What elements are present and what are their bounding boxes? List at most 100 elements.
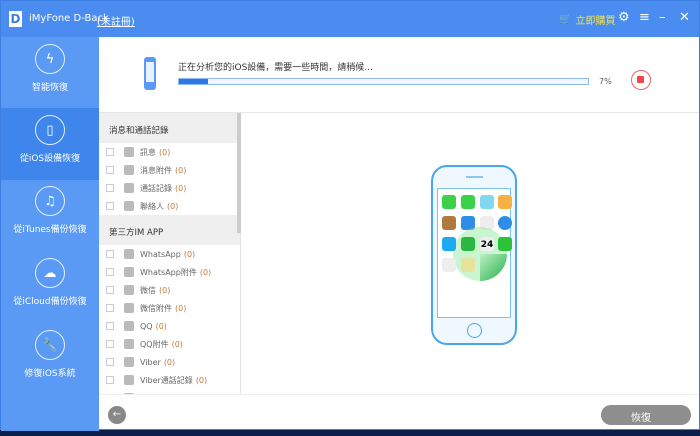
category-icon bbox=[124, 375, 134, 385]
scan-pie-progress bbox=[480, 254, 507, 281]
buy-button[interactable]: 🛒 立即購買 bbox=[559, 12, 615, 27]
item-label: 通話記錄 bbox=[140, 183, 172, 193]
notes-app-icon bbox=[461, 258, 475, 272]
list-item[interactable]: 通話記錄 (0) bbox=[99, 179, 240, 197]
lightning-icon: ϟ bbox=[35, 44, 65, 74]
phone-icon: ▯ bbox=[35, 115, 65, 145]
item-label: 聯絡人 bbox=[140, 201, 164, 211]
item-label: QQ附件 bbox=[140, 339, 169, 349]
checkbox[interactable] bbox=[106, 202, 114, 210]
category-icon bbox=[124, 285, 134, 295]
cloud-icon: ☁ bbox=[35, 258, 65, 288]
item-count: (0) bbox=[175, 303, 187, 313]
checkbox[interactable] bbox=[106, 166, 114, 174]
progress-percent: 7% bbox=[599, 77, 612, 86]
contacts-app-icon bbox=[442, 216, 456, 230]
sidebar-item-label: 從iTunes備份恢復 bbox=[13, 225, 87, 235]
menu-icon[interactable]: ≡ bbox=[639, 10, 650, 25]
item-count: (0) bbox=[199, 267, 212, 277]
checkbox[interactable] bbox=[106, 358, 114, 366]
item-count: (0) bbox=[159, 285, 171, 295]
phone-app-icon bbox=[461, 195, 475, 209]
sidebar-item-repair[interactable]: 🔧 修復iOS系統 bbox=[1, 323, 99, 395]
progress-bar bbox=[178, 78, 589, 85]
settings-gear-icon[interactable]: ⚙ bbox=[618, 10, 630, 25]
list-item[interactable]: 微信 (0) bbox=[99, 281, 240, 299]
checkbox[interactable] bbox=[106, 322, 114, 330]
list-item[interactable]: 微信附件 (0) bbox=[99, 299, 240, 317]
progress-fill bbox=[179, 79, 208, 84]
sidebar-item-label: 從iOS設備恢復 bbox=[19, 154, 81, 164]
register-link[interactable]: (未註冊) bbox=[97, 13, 135, 28]
scrollbar[interactable] bbox=[237, 113, 241, 233]
messages-app-icon bbox=[442, 195, 456, 209]
item-label: Viber bbox=[140, 357, 161, 367]
sidebar-item-itunes[interactable]: ♫ 從iTunes備份恢復 bbox=[1, 179, 99, 251]
category-icon bbox=[124, 165, 134, 175]
section-header: 第三方IM APP bbox=[99, 215, 240, 245]
list-item[interactable]: 訊息 (0) bbox=[99, 143, 240, 161]
item-label: QQ bbox=[140, 321, 153, 331]
item-label: 消息附件 bbox=[140, 165, 172, 175]
category-icon bbox=[124, 267, 134, 277]
list-item[interactable]: WhatsApp (0) bbox=[99, 245, 240, 263]
checkbox[interactable] bbox=[106, 148, 114, 156]
item-count: (0) bbox=[155, 321, 167, 331]
category-icon bbox=[124, 147, 134, 157]
item-count: (0) bbox=[175, 183, 187, 193]
item-count: (0) bbox=[159, 147, 171, 157]
recover-button[interactable]: 恢復 bbox=[601, 405, 691, 425]
buy-label: 立即購買 bbox=[575, 16, 616, 27]
checkbox[interactable] bbox=[106, 376, 114, 384]
phone-screen: 24 bbox=[437, 188, 512, 318]
wechat-app-icon bbox=[498, 237, 512, 251]
app-logo: D bbox=[9, 11, 22, 27]
category-list: 消息和通話記錄 訊息 (0) 消息附件 (0) 通話記錄 (0) 聯絡人 (0) 第三方IM AP… bbox=[99, 113, 241, 394]
list-item[interactable]: QQ (0) bbox=[99, 317, 240, 335]
category-icon bbox=[124, 321, 134, 331]
list-item[interactable]: 聯絡人 (0) bbox=[99, 197, 240, 215]
item-label: 微信 bbox=[140, 285, 156, 295]
sidebar-item-smart-recovery[interactable]: ϟ 智能恢復 bbox=[1, 37, 99, 109]
wrench-icon: 🔧 bbox=[35, 330, 65, 360]
item-label: 訊息 bbox=[140, 147, 156, 157]
minimize-icon[interactable]: – bbox=[659, 10, 666, 25]
checkbox[interactable] bbox=[106, 184, 114, 192]
sidebar-item-ios-device[interactable]: ▯ 從iOS設備恢復 bbox=[1, 108, 99, 180]
list-item[interactable]: Viber通話記錄 (0) bbox=[99, 371, 240, 389]
checkbox[interactable] bbox=[106, 304, 114, 312]
close-icon[interactable]: ✕ bbox=[679, 10, 690, 25]
sidebar-item-icloud[interactable]: ☁ 從iCloud備份恢復 bbox=[1, 251, 99, 323]
skype-app-icon bbox=[442, 237, 456, 251]
calendar-app-icon: 24 bbox=[480, 237, 494, 251]
whatsapp-app-icon bbox=[461, 237, 475, 251]
category-icon bbox=[124, 201, 134, 211]
phone-search-icon bbox=[144, 57, 156, 90]
sidebar-item-label: 智能恢復 bbox=[31, 83, 68, 93]
checkbox[interactable] bbox=[106, 268, 114, 276]
checkbox[interactable] bbox=[106, 340, 114, 348]
item-label: Viber通話記錄 bbox=[140, 375, 193, 385]
list-item[interactable]: 消息附件 (0) bbox=[99, 161, 240, 179]
item-count: (0) bbox=[195, 375, 208, 385]
list-item[interactable]: Viber (0) bbox=[99, 353, 240, 371]
sidebar-item-label: 修復iOS系統 bbox=[24, 369, 76, 379]
category-icon bbox=[124, 339, 134, 349]
photos-app-icon bbox=[498, 195, 512, 209]
music-icon: ♫ bbox=[35, 186, 65, 216]
back-button[interactable]: ← bbox=[108, 406, 126, 424]
sidebar: ϟ 智能恢復 ▯ 從iOS設備恢復 ♫ 從iTunes備份恢復 ☁ 從iCloud備份恢… bbox=[1, 37, 99, 431]
checkbox[interactable] bbox=[106, 250, 114, 258]
safari-app-icon bbox=[498, 216, 512, 230]
category-icon bbox=[124, 357, 134, 367]
list-item[interactable]: WhatsApp附件 (0) bbox=[99, 263, 240, 281]
speaker bbox=[466, 176, 483, 178]
list-item[interactable]: QQ附件 (0) bbox=[99, 335, 240, 353]
checkbox[interactable] bbox=[106, 286, 114, 294]
footer: ← 恢復 bbox=[99, 394, 699, 430]
video-app-icon bbox=[480, 195, 494, 209]
progress-header: 正在分析您的iOS設備，需要一些時間，請稍候... 7% bbox=[99, 37, 699, 113]
category-icon bbox=[124, 303, 134, 313]
home-button bbox=[467, 323, 482, 338]
stop-button[interactable] bbox=[631, 70, 651, 90]
